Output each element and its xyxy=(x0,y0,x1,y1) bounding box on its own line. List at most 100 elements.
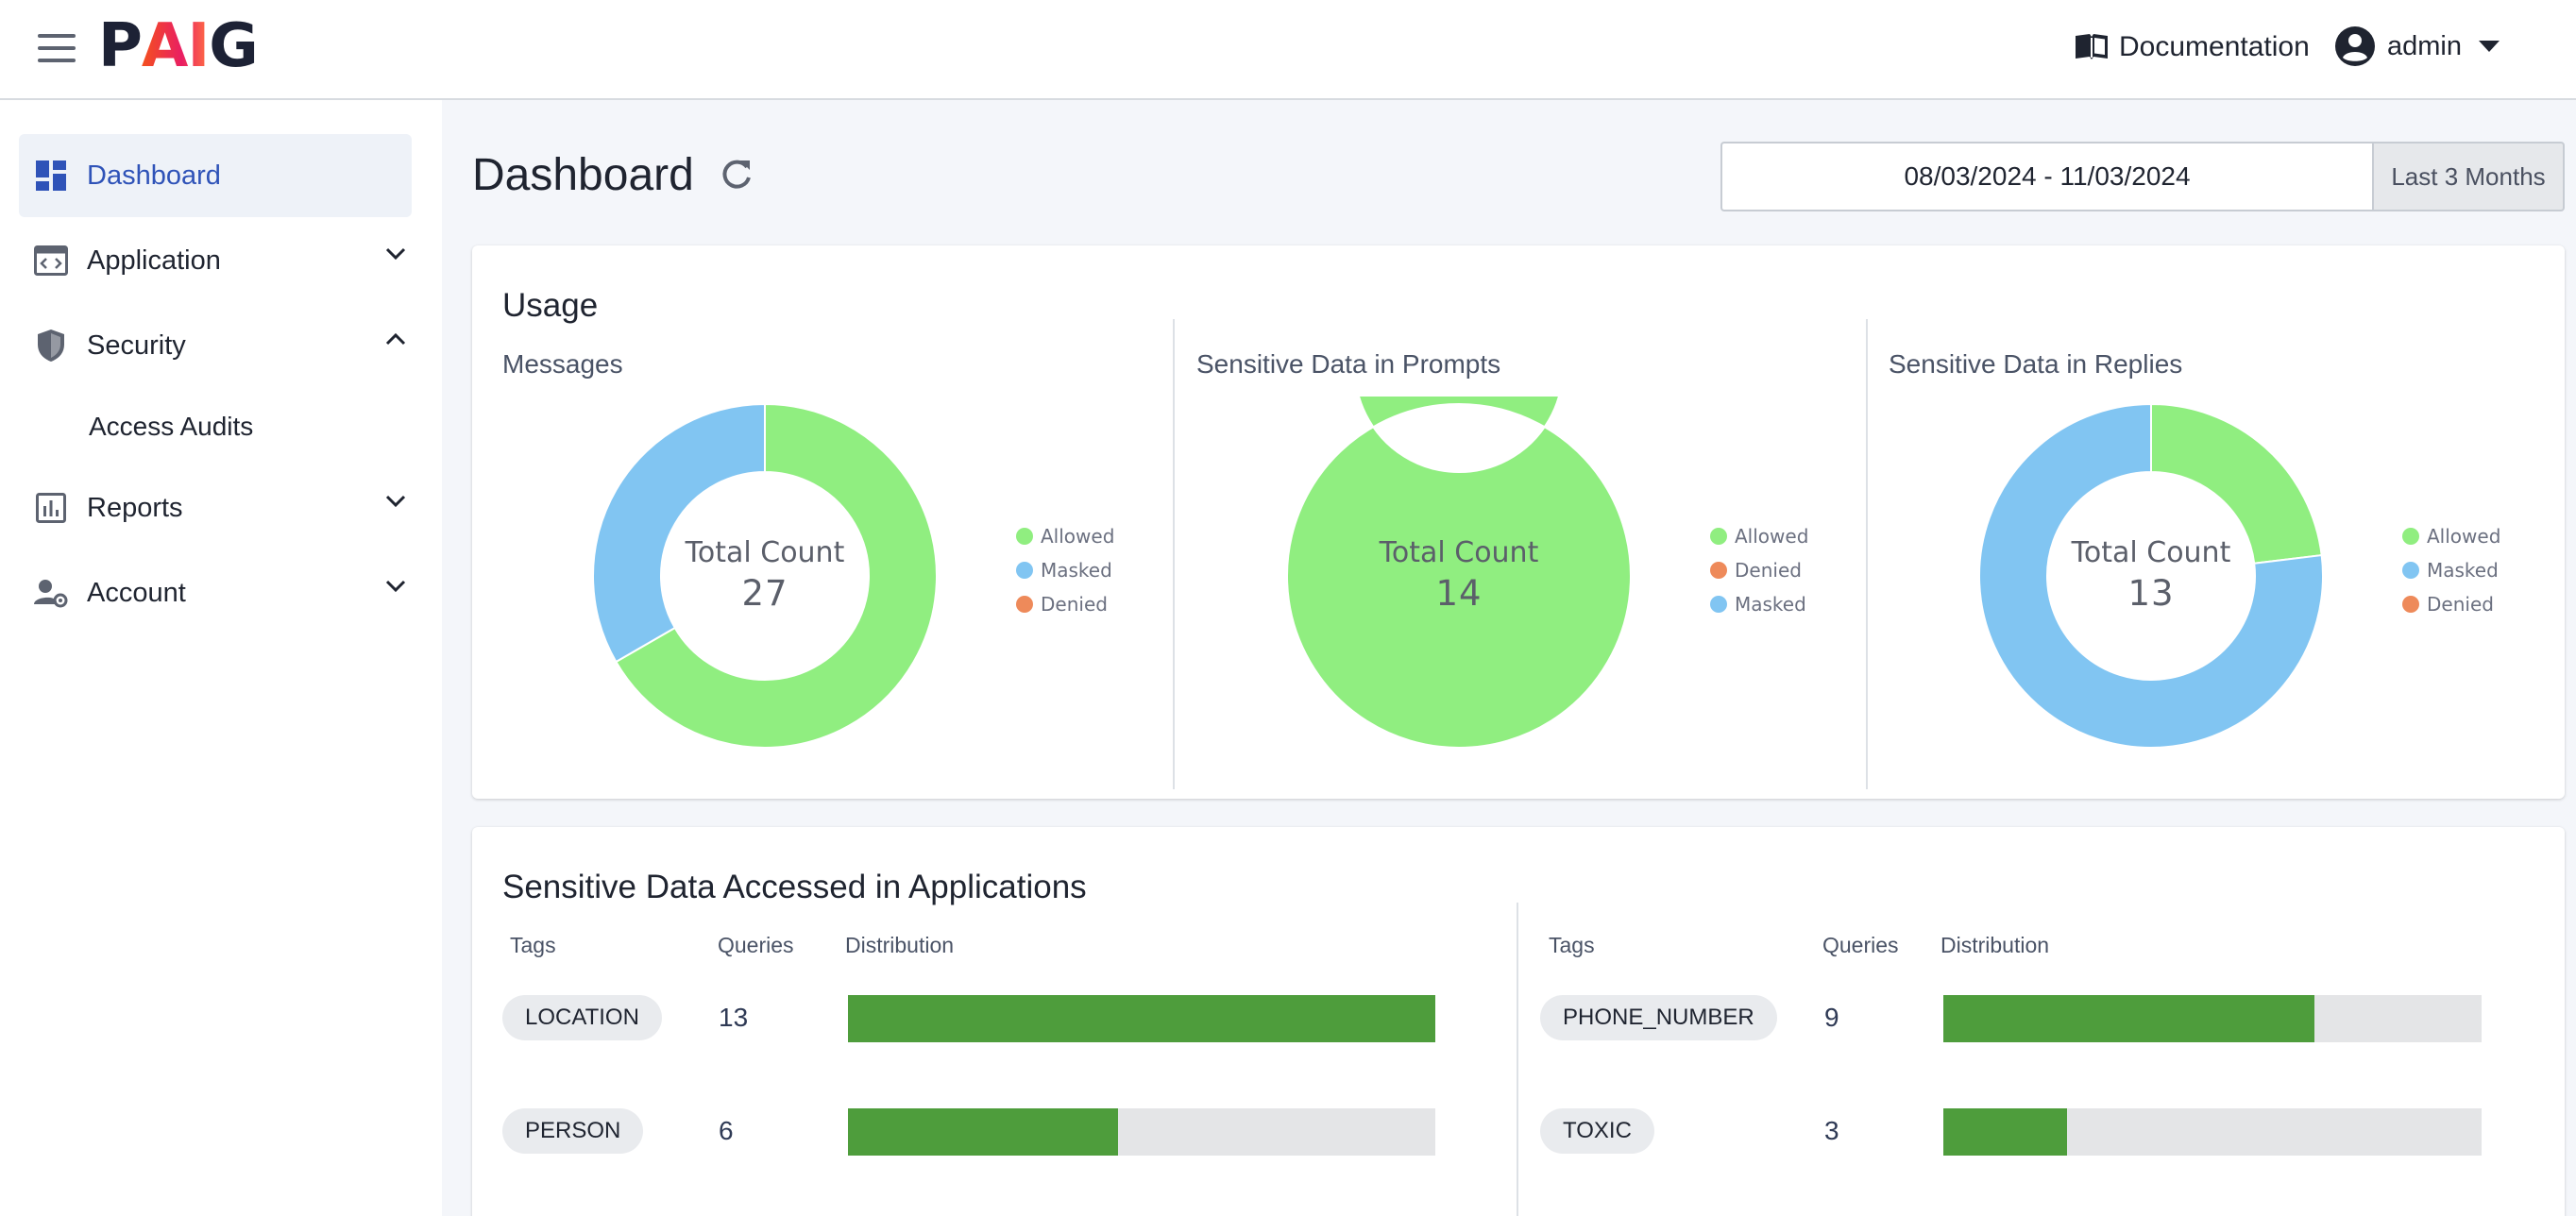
chevron-down-icon xyxy=(385,247,406,261)
replies-title: Sensitive Data in Replies xyxy=(1889,349,2183,379)
sidebar-item-reports[interactable]: Reports xyxy=(19,466,412,549)
distribution-bar xyxy=(1943,1108,2482,1156)
legend-item: Allowed xyxy=(1710,519,1808,553)
total-count-value: 13 xyxy=(2127,573,2175,614)
distribution-bar-fill xyxy=(848,1108,1119,1156)
sidebar-subitem-access-audits[interactable]: Access Audits xyxy=(89,398,253,455)
query-count: 13 xyxy=(719,1003,749,1032)
legend-swatch xyxy=(1710,528,1727,545)
legend-label: Denied xyxy=(1041,593,1108,616)
legend-label: Allowed xyxy=(2427,525,2501,548)
legend-item: Denied xyxy=(1016,587,1114,621)
total-count-value: 14 xyxy=(1435,573,1483,614)
sensitive-data-title: Sensitive Data Accessed in Applications xyxy=(502,869,1087,905)
distribution-header: Distribution xyxy=(845,933,955,957)
chevron-down-icon xyxy=(385,495,406,508)
distribution-header: Distribution xyxy=(1940,933,2050,957)
distribution-bar xyxy=(848,995,1435,1042)
legend-swatch xyxy=(2402,562,2419,579)
user-gear-icon xyxy=(34,576,68,610)
legend-swatch xyxy=(1016,528,1033,545)
distribution-bar-fill xyxy=(1943,1108,2068,1156)
legend-item: Denied xyxy=(2402,587,2500,621)
legend-label: Allowed xyxy=(1735,525,1809,548)
messages-legend: Allowed Masked Denied xyxy=(1016,519,1114,621)
prompts-legend: Allowed Denied Masked xyxy=(1710,519,1808,621)
divider xyxy=(1866,319,1868,789)
distribution-bar xyxy=(1943,995,2482,1042)
legend-item: Masked xyxy=(1710,587,1808,621)
documentation-link[interactable]: Documentation xyxy=(2074,26,2310,68)
legend-swatch xyxy=(2402,596,2419,613)
sidebar-item-label: Reports xyxy=(87,492,183,523)
legend-swatch xyxy=(1710,562,1727,579)
application-icon xyxy=(34,244,68,278)
legend-label: Allowed xyxy=(1041,525,1115,548)
queries-header: Queries xyxy=(1822,933,1899,957)
main-content: Dashboard 08/03/2024 - 11/03/2024 Last 3… xyxy=(442,100,2576,1216)
chevron-down-icon xyxy=(385,580,406,593)
legend-item: Masked xyxy=(2402,553,2500,587)
messages-total: Total Count 27 xyxy=(652,536,878,614)
replies-legend: Allowed Masked Denied xyxy=(2402,519,2500,621)
documentation-label: Documentation xyxy=(2119,31,2310,62)
book-icon xyxy=(2076,34,2108,59)
tag-chip[interactable]: PERSON xyxy=(502,1108,644,1154)
query-count: 6 xyxy=(719,1116,734,1145)
messages-title: Messages xyxy=(502,349,623,379)
bar-chart-icon xyxy=(34,491,68,525)
usage-title: Usage xyxy=(502,287,599,324)
legend-swatch xyxy=(2402,528,2419,545)
paig-logo[interactable]: P AI G xyxy=(98,15,259,77)
sidebar-item-application[interactable]: Application xyxy=(19,219,412,302)
total-count-label: Total Count xyxy=(685,536,845,569)
distribution-bar xyxy=(848,1108,1435,1156)
query-count: 3 xyxy=(1824,1116,1839,1145)
total-count-label: Total Count xyxy=(1379,536,1539,569)
divider xyxy=(1173,319,1175,789)
sidebar-item-label: Dashboard xyxy=(87,160,221,191)
sidebar-item-label: Application xyxy=(87,245,221,276)
sidebar-item-account[interactable]: Account xyxy=(19,551,412,634)
prompts-title: Sensitive Data in Prompts xyxy=(1196,349,1501,379)
legend-label: Masked xyxy=(1041,559,1112,582)
shield-icon xyxy=(34,329,68,363)
total-count-label: Total Count xyxy=(2071,536,2231,569)
legend-label: Masked xyxy=(1735,593,1806,616)
sidebar-item-label: Account xyxy=(87,577,186,608)
sidebar-item-security[interactable]: Security xyxy=(19,304,412,387)
user-menu[interactable]: admin xyxy=(2334,25,2500,68)
prompts-total: Total Count 14 xyxy=(1346,536,1572,614)
page-title: Dashboard xyxy=(472,150,694,200)
sidebar-item-dashboard[interactable]: Dashboard xyxy=(19,134,412,217)
total-count-value: 27 xyxy=(741,573,788,614)
divider xyxy=(1517,903,1518,1216)
tag-chip[interactable]: LOCATION xyxy=(502,995,662,1040)
legend-swatch xyxy=(1710,596,1727,613)
legend-label: Denied xyxy=(2427,593,2494,616)
date-preset-button[interactable]: Last 3 Months xyxy=(2372,142,2565,211)
date-range-picker[interactable]: 08/03/2024 - 11/03/2024 xyxy=(1720,142,2372,211)
legend-item: Allowed xyxy=(2402,519,2500,553)
sidebar-item-label: Security xyxy=(87,329,186,361)
account-circle-icon xyxy=(2335,26,2375,66)
legend-item: Allowed xyxy=(1016,519,1114,553)
sidebar: Dashboard Application Security Access Au… xyxy=(0,100,442,1216)
top-bar: P AI G Documentation admin xyxy=(0,0,2576,100)
tag-chip[interactable]: TOXIC xyxy=(1540,1108,1654,1154)
usage-card: Usage Messages Total Count 27 Allowed Ma… xyxy=(472,245,2565,799)
caret-down-icon xyxy=(2479,41,2500,52)
query-count: 9 xyxy=(1824,1003,1839,1032)
sensitive-data-card: Sensitive Data Accessed in Applications … xyxy=(472,827,2565,1216)
legend-label: Denied xyxy=(1735,559,1802,582)
menu-icon[interactable] xyxy=(38,34,76,62)
refresh-icon[interactable] xyxy=(718,157,755,194)
replies-total: Total Count 13 xyxy=(2038,536,2264,614)
legend-swatch xyxy=(1016,562,1033,579)
tag-chip[interactable]: PHONE_NUMBER xyxy=(1540,995,1777,1040)
tags-header: Tags xyxy=(510,933,556,957)
queries-header: Queries xyxy=(718,933,794,957)
donut-slice-masked[interactable] xyxy=(592,402,766,664)
legend-item: Masked xyxy=(1016,553,1114,587)
user-name: admin xyxy=(2387,30,2462,61)
